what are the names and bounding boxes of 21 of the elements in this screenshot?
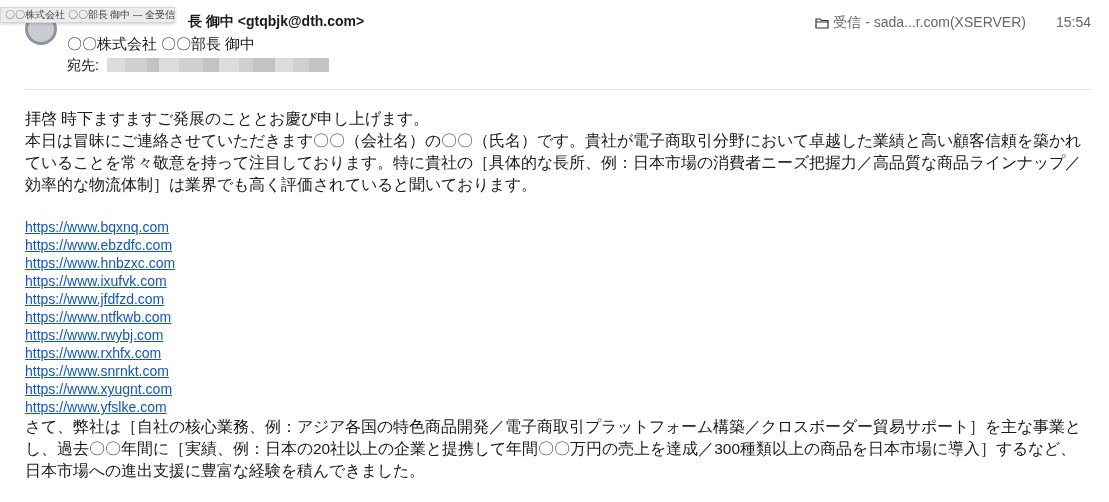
body-paragraph: さて、弊社は［自社の核心業務、例：アジア各国の特色商品開発／電子商取引プラットフォーム構築／クロスボーダー貿易サポート］を主な事業とし、過去〇〇年間に［実績、例：日本の20社以上の企業と提携して年間〇〇万円の売上を達成／300種類以上の商品を日本市場に導入］するなど、日本市場への進出支援に豊富な経験を積んできました。 [25, 417, 1082, 481]
link[interactable]: https://www.bqxnq.com [25, 218, 169, 236]
link[interactable]: https://www.hnbzxc.com [25, 254, 176, 272]
link[interactable]: https://www.rwybj.com [25, 326, 164, 344]
sender-name: 〇〇株式会社 〇〇部長 御中 [67, 34, 256, 54]
mailbox-label: 受信 - sada...r.com(XSERVER) [833, 14, 1026, 32]
body-paragraph: 本日は冒昧にご連絡させていただきます〇〇（会社名）の〇〇（氏名）です。貴社が電子商取引分野において卓越した業績と高い顧客信頼を築かれていることを常々敬意を持って注目しております。特に貴社の［具体的な長所、例：日本市場の消費者ニーズ把握力／高品質な商品ラインナップ／効率的な物流体制］は業界でも高く評価されていると聞いております。 [25, 131, 1082, 195]
recipient-label: 宛先: [67, 56, 99, 75]
sender-address: 長 御中 <gtqbjk@dth.com> [188, 12, 365, 31]
received-time: 15:54 [1055, 14, 1091, 30]
link[interactable]: https://www.ebzdfc.com [25, 236, 173, 254]
tooltip: 〇〇株式会社 〇〇部長 御中 — 全受信 [0, 7, 175, 23]
link[interactable]: https://www.jfdfzd.com [25, 290, 165, 308]
greeting-text: 拝啓 時下ますますご発展のこととお慶び申し上げます。 [25, 109, 431, 129]
link[interactable]: https://www.ixufvk.com [25, 272, 167, 290]
link[interactable]: https://www.yfslke.com [25, 398, 167, 416]
link[interactable]: https://www.xyugnt.com [25, 380, 173, 398]
link[interactable]: https://www.rxhfx.com [25, 344, 162, 362]
link[interactable]: https://www.ntfkwb.com [25, 308, 172, 326]
link[interactable]: https://www.snrnkt.com [25, 362, 169, 380]
folder-icon [815, 17, 830, 29]
